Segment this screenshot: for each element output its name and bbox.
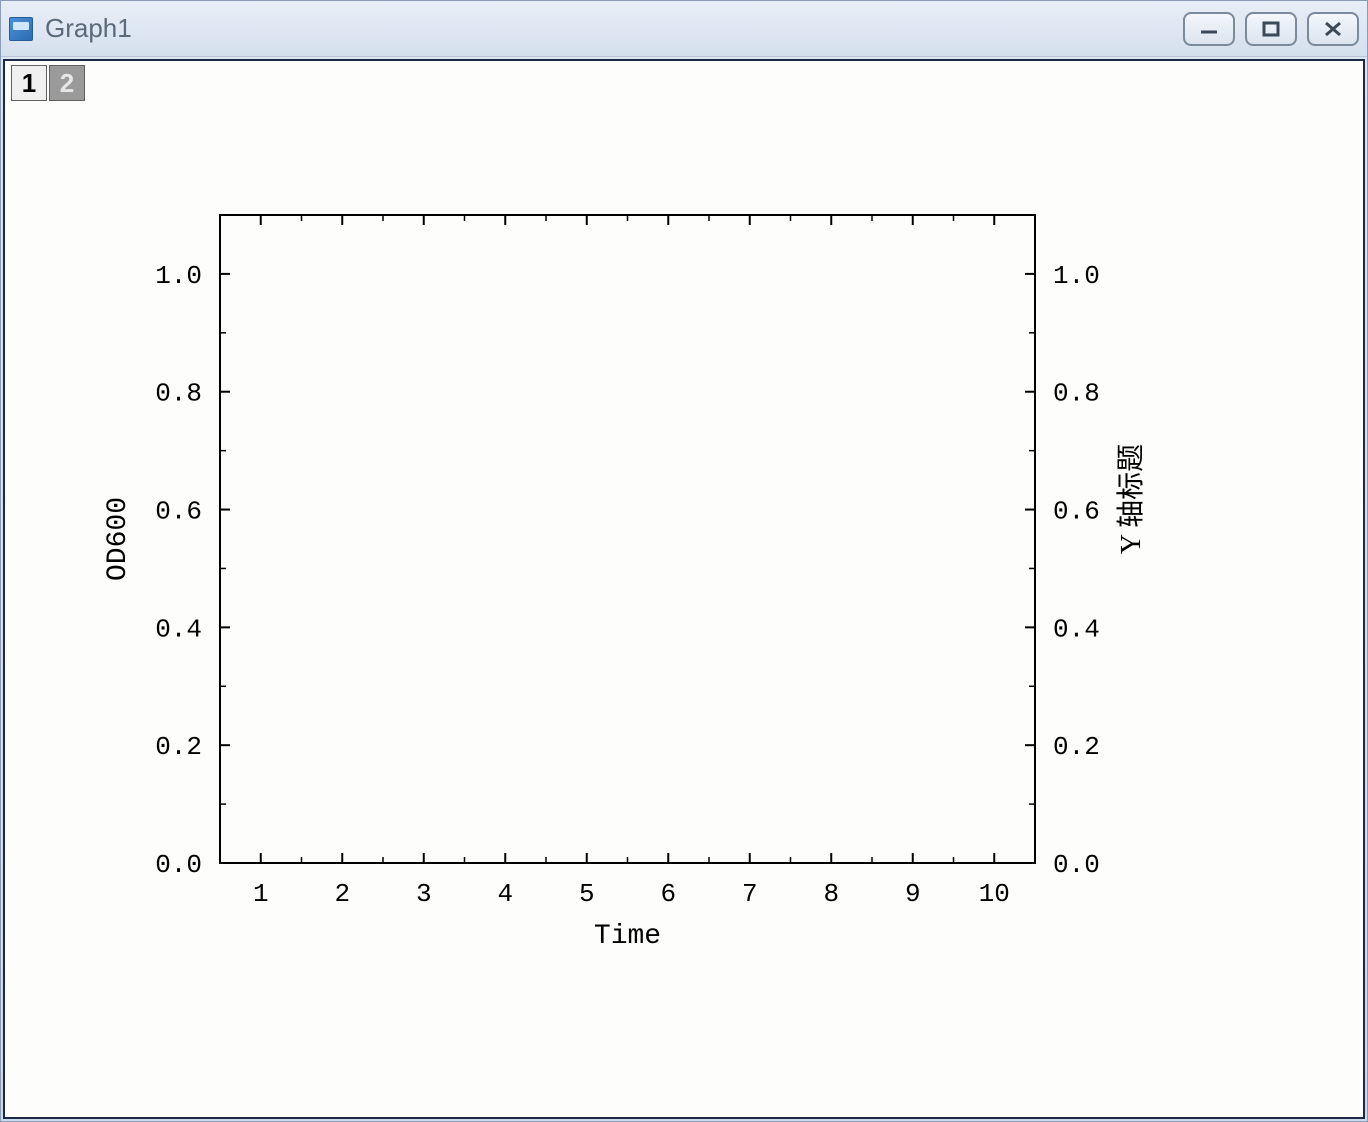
- y-tick-label: 0.8: [155, 379, 202, 409]
- close-icon: [1321, 20, 1345, 38]
- y-axis-label: OD600: [103, 497, 134, 581]
- y2-tick-label: 0.2: [1053, 732, 1100, 762]
- window-title: Graph1: [45, 13, 1183, 44]
- minimize-icon: [1197, 20, 1221, 38]
- y-tick-label: 0.6: [155, 497, 202, 527]
- x-tick-label: 5: [579, 879, 595, 909]
- y-tick-label: 0.2: [155, 732, 202, 762]
- chart-svg: 1 2 3 4 5 6 7 8 9 10 0.0 0.2 0.4 0.6 0.8 1.0 0.0 0.2 0.4 0.…: [5, 105, 1365, 1105]
- maximize-icon: [1259, 20, 1283, 38]
- y2-tick-label: 1.0: [1053, 261, 1100, 291]
- x-tick-label: 8: [823, 879, 839, 909]
- y-tick-label: 0.4: [155, 614, 202, 644]
- chart-area[interactable]: 1 2 3 4 5 6 7 8 9 10 0.0 0.2 0.4 0.6 0.8 1.0 0.0 0.2 0.4 0.…: [5, 105, 1363, 1117]
- content-area: 1 2 123456789100.00.20.40.60.81.00.00.20…: [3, 59, 1365, 1119]
- layer-tab-2[interactable]: 2: [49, 65, 85, 101]
- x-tick-label: 3: [416, 879, 432, 909]
- y-tick-label: 1.0: [155, 261, 202, 291]
- y2-tick-label: 0.8: [1053, 379, 1100, 409]
- x-tick-label: 10: [979, 879, 1010, 909]
- close-button[interactable]: [1307, 12, 1359, 46]
- x-axis-label: Time: [594, 921, 661, 952]
- y2-axis-label: Y 轴标题: [1115, 444, 1147, 554]
- layer-tab-1[interactable]: 1: [11, 65, 47, 101]
- x-tick-label: 2: [334, 879, 350, 909]
- y2-tick-label: 0.4: [1053, 614, 1100, 644]
- window-controls: [1183, 12, 1359, 46]
- minimize-button[interactable]: [1183, 12, 1235, 46]
- x-tick-label: 7: [742, 879, 758, 909]
- x-tick-label: 4: [497, 879, 513, 909]
- maximize-button[interactable]: [1245, 12, 1297, 46]
- y-tick-label: 0.0: [155, 850, 202, 880]
- titlebar[interactable]: Graph1: [1, 1, 1367, 57]
- plot-frame: [220, 215, 1035, 863]
- y2-tick-label: 0.0: [1053, 850, 1100, 880]
- app-icon: [9, 17, 33, 41]
- x-tick-label: 1: [253, 879, 269, 909]
- graph-window: Graph1 1 2 123456789100.00.20.40.60.81.0…: [0, 0, 1368, 1122]
- x-tick-label: 6: [660, 879, 676, 909]
- x-tick-label: 9: [905, 879, 921, 909]
- y2-tick-label: 0.6: [1053, 497, 1100, 527]
- layer-tabs: 1 2: [5, 61, 1363, 105]
